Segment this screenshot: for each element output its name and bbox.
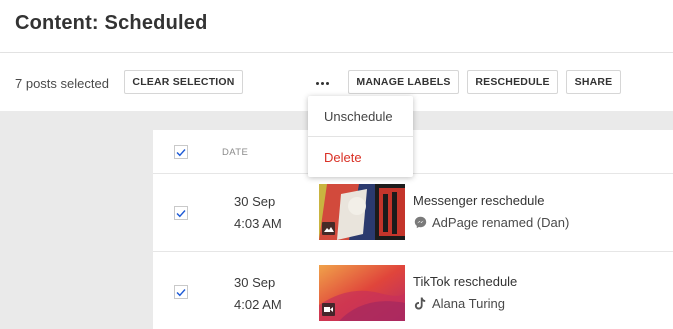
reschedule-button[interactable]: RESCHEDULE — [467, 70, 558, 94]
thumbnail-image — [319, 184, 405, 240]
menu-divider — [308, 136, 413, 137]
tiktok-icon — [413, 297, 427, 311]
menu-item-delete[interactable]: Delete — [324, 150, 362, 165]
row-checkbox[interactable] — [174, 285, 188, 299]
post-title[interactable]: TikTok reschedule — [413, 274, 517, 289]
column-header-date[interactable]: DATE — [222, 147, 248, 158]
post-date: 30 Sep — [234, 275, 276, 290]
post-thumbnail[interactable] — [319, 184, 405, 240]
post-account: Alana Turing — [413, 296, 505, 311]
menu-item-unschedule[interactable]: Unschedule — [324, 109, 393, 124]
checkmark-icon — [176, 209, 186, 217]
post-account-name: Alana Turing — [432, 296, 505, 311]
post-time: 4:02 AM — [234, 297, 282, 312]
selected-count: 7 posts selected — [15, 76, 109, 91]
thumbnail-image — [319, 265, 405, 321]
share-button[interactable]: SHARE — [566, 70, 621, 94]
post-thumbnail[interactable] — [319, 265, 405, 321]
divider — [153, 251, 673, 252]
select-all-checkbox[interactable] — [174, 145, 188, 159]
more-dots-icon — [315, 81, 319, 85]
checkmark-icon — [176, 288, 186, 296]
post-time: 4:03 AM — [234, 216, 282, 231]
messenger-icon — [413, 216, 427, 230]
image-badge — [322, 222, 335, 235]
clear-selection-button[interactable]: CLEAR SELECTION — [124, 70, 243, 94]
page-title: Content: Scheduled — [15, 12, 208, 34]
page-header: Content: Scheduled — [0, 0, 673, 53]
more-options-menu: Unschedule Delete — [308, 96, 413, 177]
more-options-button[interactable] — [310, 71, 334, 95]
post-date: 30 Sep — [234, 194, 276, 209]
post-account: AdPage renamed (Dan) — [413, 215, 569, 230]
post-account-name: AdPage renamed (Dan) — [432, 215, 570, 230]
checkmark-icon — [176, 148, 186, 156]
divider — [153, 173, 673, 174]
post-title[interactable]: Messenger reschedule — [413, 193, 545, 208]
manage-labels-button[interactable]: MANAGE LABELS — [348, 70, 459, 94]
posts-table: DATE 30 Sep 4:03 AM Messenger reschedule… — [153, 130, 673, 329]
row-checkbox[interactable] — [174, 206, 188, 220]
